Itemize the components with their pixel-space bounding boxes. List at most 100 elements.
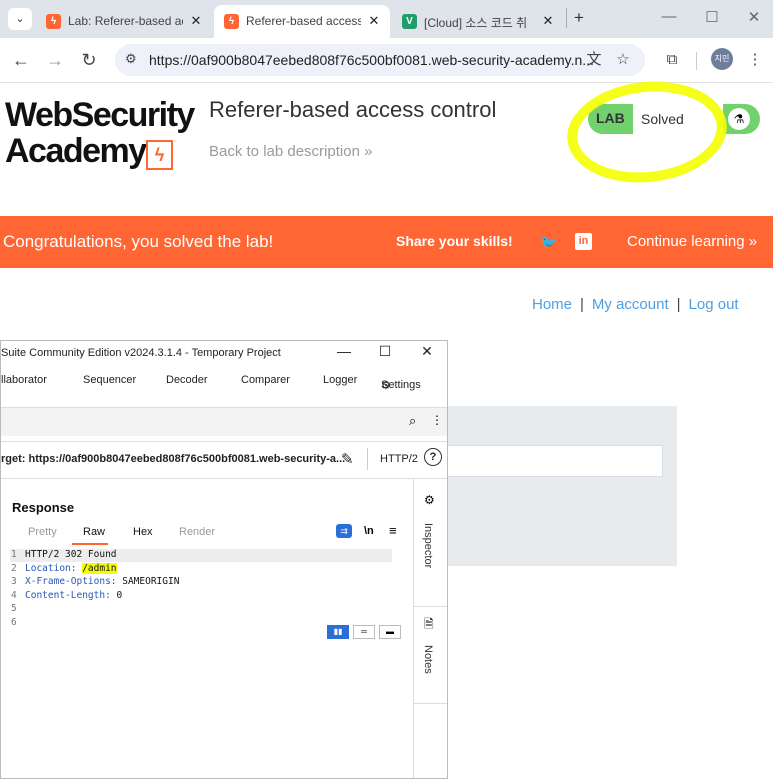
tab-divider bbox=[566, 8, 567, 28]
tab-sequencer[interactable]: Sequencer bbox=[83, 374, 136, 386]
more-menu-icon[interactable]: ⋮ bbox=[743, 48, 767, 72]
tab-title: [Cloud] 소스 코드 취 bbox=[424, 16, 528, 30]
edit-pencil-icon[interactable]: ✎ bbox=[341, 450, 354, 468]
congrats-message: Congratulations, you solved the lab! bbox=[3, 232, 274, 251]
tab-strip: ⌄ ϟ Lab: Referer-based ac ✕ ϟ Referer-ba… bbox=[0, 0, 773, 38]
toolbar-divider bbox=[696, 52, 697, 70]
close-tab-icon[interactable]: ✕ bbox=[538, 11, 558, 31]
response-line: X-Frame-Options: SAMEORIGIN bbox=[25, 576, 179, 587]
share-skills-label: Share your skills! bbox=[396, 233, 513, 249]
double-chevron-icon: » bbox=[748, 233, 758, 250]
minimize-icon[interactable]: — bbox=[332, 343, 356, 359]
browser-tab-lab[interactable]: ϟ Lab: Referer-based ac ✕ bbox=[36, 5, 214, 38]
inspector-sidebar: ⚙ Inspector 🗎 Notes bbox=[413, 479, 447, 778]
burp-suite-window: Suite Community Edition v2024.3.1.4 - Te… bbox=[0, 340, 448, 779]
header-value: SAMEORIGIN bbox=[122, 576, 180, 587]
portswigger-bolt-icon: ϟ bbox=[224, 14, 239, 29]
tab-title: Lab: Referer-based ac bbox=[68, 14, 183, 28]
header-value: HTTP/2 302 Found bbox=[25, 549, 117, 560]
header-name: X-Frame-Options: bbox=[25, 576, 123, 587]
sidebar-divider bbox=[414, 703, 447, 704]
flask-icon: ⚗ bbox=[728, 108, 750, 130]
close-tab-icon[interactable]: ✕ bbox=[364, 11, 384, 31]
tab-logger[interactable]: Logger bbox=[323, 374, 357, 386]
linkedin-icon[interactable]: in bbox=[575, 233, 592, 250]
nav-separator: | bbox=[580, 296, 584, 313]
maximize-icon[interactable]: ☐ bbox=[697, 8, 727, 26]
translate-icon[interactable]: 文 bbox=[582, 48, 606, 72]
extensions-icon[interactable]: ⧉ bbox=[660, 48, 684, 72]
close-tab-icon[interactable]: ✕ bbox=[186, 11, 206, 31]
tab-comparer[interactable]: Comparer bbox=[241, 374, 290, 386]
header-value: /admin bbox=[82, 562, 117, 574]
burp-search-bar: ⌕ ⋮ bbox=[1, 407, 447, 436]
tab-search-chevron-icon[interactable]: ⌄ bbox=[8, 8, 32, 30]
minimize-icon[interactable]: — bbox=[654, 8, 684, 25]
log-out-link[interactable]: Log out bbox=[689, 296, 739, 313]
notes-icon[interactable]: 🗎 bbox=[424, 615, 434, 636]
forward-arrow-icon[interactable]: → bbox=[43, 48, 67, 72]
panel-input[interactable] bbox=[447, 445, 663, 477]
v-icon: V bbox=[402, 14, 417, 29]
twitter-icon[interactable]: 🐦 bbox=[539, 232, 559, 252]
inspector-tab[interactable]: Inspector bbox=[422, 523, 434, 568]
help-icon[interactable]: ? bbox=[424, 448, 442, 466]
solved-banner: Congratulations, you solved the lab! Sha… bbox=[0, 216, 773, 268]
header-name: Location: bbox=[25, 562, 83, 574]
tab-decoder[interactable]: Decoder bbox=[166, 374, 208, 386]
profile-avatar[interactable]: 지민 bbox=[711, 48, 733, 70]
response-body[interactable]: 1 HTTP/2 302 Found 2 Location: /admin 3 X-Fra… bbox=[1, 479, 401, 778]
logo-line2[interactable]: Academy bbox=[5, 132, 147, 171]
url-text[interactable]: https://0af900b8047eebed808f76c500bf0081… bbox=[149, 52, 594, 68]
back-link-text: Back to lab description bbox=[209, 143, 360, 160]
browser-tab-cloud[interactable]: V [Cloud] 소스 코드 취 ✕ bbox=[392, 5, 564, 38]
highlight-scribble bbox=[562, 73, 732, 191]
search-icon[interactable]: ⌕ bbox=[409, 413, 416, 429]
target-bar: rget: https://0af900b8047eebed808f76c500… bbox=[1, 441, 447, 479]
target-divider bbox=[367, 448, 368, 470]
burp-window-title: Suite Community Edition v2024.3.1.4 - Te… bbox=[1, 347, 281, 359]
nav-separator: | bbox=[676, 296, 681, 313]
tab-title: Referer-based access bbox=[246, 14, 361, 28]
continue-learning-text: Continue learning bbox=[627, 233, 745, 250]
close-window-icon[interactable]: ✕ bbox=[739, 8, 769, 26]
reload-icon[interactable]: ↻ bbox=[77, 48, 101, 72]
address-bar[interactable]: ⚙ https://0af900b8047eebed808f76c500bf00… bbox=[115, 44, 645, 76]
inspector-icon[interactable]: ⚙ bbox=[424, 493, 435, 507]
response-line: Location: /admin bbox=[25, 562, 117, 574]
content-panel bbox=[447, 406, 677, 566]
settings-label: Settings bbox=[381, 379, 421, 391]
line-number: 5 bbox=[11, 603, 17, 614]
line-number: 3 bbox=[11, 576, 17, 587]
line-number: 2 bbox=[11, 562, 17, 574]
response-pane: ▮▮ ═ ▬ Response Pretty Raw Hex Render ⇉ … bbox=[1, 479, 401, 778]
double-chevron-icon: » bbox=[364, 143, 373, 160]
more-options-icon[interactable]: ⋮ bbox=[431, 413, 443, 427]
http-version-label[interactable]: HTTP/2 bbox=[380, 453, 418, 465]
burp-tool-tabs: llaborator Sequencer Decoder Comparer Lo… bbox=[1, 369, 447, 397]
back-arrow-icon[interactable]: ← bbox=[9, 48, 33, 72]
header-name: Content-Length: bbox=[25, 589, 117, 601]
target-url: rget: https://0af900b8047eebed808f76c500… bbox=[1, 453, 346, 465]
my-account-link[interactable]: My account bbox=[592, 296, 669, 313]
sidebar-divider bbox=[414, 606, 447, 607]
logo-line1[interactable]: WebSecurity bbox=[5, 96, 195, 135]
notes-tab[interactable]: Notes bbox=[422, 645, 434, 674]
home-link[interactable]: Home bbox=[532, 296, 572, 313]
maximize-icon[interactable]: ☐ bbox=[373, 343, 397, 360]
line-number: 1 bbox=[11, 549, 17, 560]
back-to-description-link[interactable]: Back to lab description » bbox=[209, 143, 372, 160]
browser-toolbar: ← → ↻ ⚙ https://0af900b8047eebed808f76c5… bbox=[0, 38, 773, 83]
response-line: HTTP/2 302 Found bbox=[25, 549, 117, 560]
lab-title: Referer-based access control bbox=[209, 97, 497, 122]
browser-tab-active[interactable]: ϟ Referer-based access ✕ bbox=[214, 5, 390, 38]
bookmark-star-icon[interactable]: ☆ bbox=[611, 48, 635, 72]
continue-learning-link[interactable]: Continue learning » bbox=[627, 233, 757, 250]
line-number: 4 bbox=[11, 589, 17, 601]
tab-collaborator[interactable]: llaborator bbox=[1, 374, 47, 386]
portswigger-bolt-icon: ϟ bbox=[46, 14, 61, 29]
new-tab-button[interactable]: + bbox=[574, 8, 584, 28]
site-settings-icon[interactable]: ⚙ bbox=[125, 51, 137, 67]
line-number: 6 bbox=[11, 616, 17, 628]
close-window-icon[interactable]: ✕ bbox=[415, 343, 439, 360]
